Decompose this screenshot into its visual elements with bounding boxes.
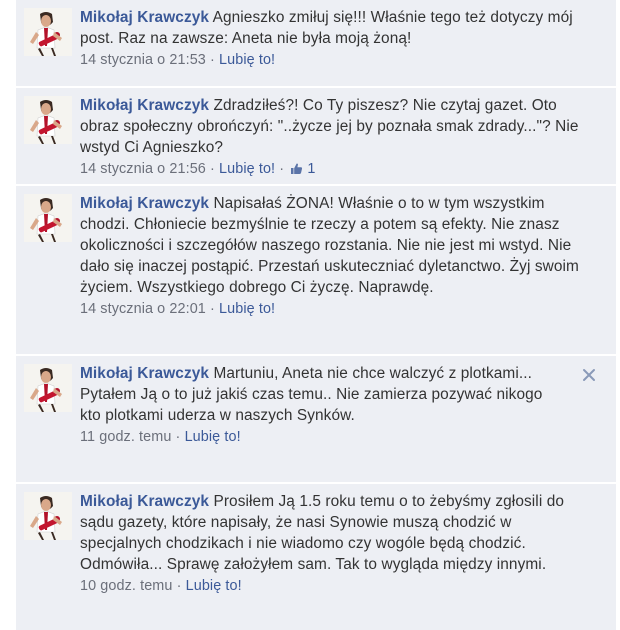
user-photo-avatar [24,194,72,242]
comment-body: Mikołaj Krawczyk Prosiłem Ją 1.5 roku te… [80,491,588,596]
comment-author-link[interactable]: Mikołaj Krawczyk [80,195,209,212]
comment-author-link[interactable]: Mikołaj Krawczyk [80,493,209,510]
user-photo-avatar [24,8,72,56]
like-link[interactable]: Lubię to! [185,429,241,445]
comment-meta: 10 godz. temu · Lubię to! [80,576,588,596]
like-count[interactable]: 1 [307,161,315,177]
comment-body: Mikołaj Krawczyk Agnieszko zmiłuj się!!!… [80,7,588,70]
comment-author-link[interactable]: Mikołaj Krawczyk [80,365,209,382]
like-link[interactable]: Lubię to! [186,578,242,594]
comment-body: Mikołaj Krawczyk Zdradziłeś?! Co Ty pisz… [80,95,588,181]
comment-timestamp[interactable]: 11 godz. temu [80,429,171,445]
like-link[interactable]: Lubię to! [219,161,275,177]
comment-item: Mikołaj Krawczyk Zdradziłeś?! Co Ty pisz… [16,86,616,184]
comment-item: Mikołaj Krawczyk Napisałaś ŻONA! Właśnie… [16,184,616,354]
avatar[interactable] [24,96,72,144]
comment-meta: 14 stycznia o 22:01 · Lubię to! [80,299,588,319]
comment-timestamp[interactable]: 14 stycznia o 21:53 [80,52,206,68]
meta-separator: · [176,578,182,594]
comment-author-link[interactable]: Mikołaj Krawczyk [80,9,209,26]
comment-item: Mikołaj Krawczyk Prosiłem Ją 1.5 roku te… [16,482,616,630]
avatar[interactable] [24,8,72,56]
like-link[interactable]: Lubię to! [219,301,275,317]
meta-separator: · [210,161,215,177]
comment-item: Mikołaj Krawczyk Martuniu, Aneta nie chc… [16,354,616,482]
close-icon [583,369,595,381]
like-link[interactable]: Lubię to! [219,52,275,68]
meta-separator: · [210,52,215,68]
comment-body: Mikołaj Krawczyk Martuniu, Aneta nie chc… [80,363,560,447]
comment-timestamp[interactable]: 14 stycznia o 21:56 [80,161,206,177]
remove-comment-button[interactable] [582,368,596,382]
comment-meta: 11 godz. temu · Lubię to! [80,427,560,447]
avatar[interactable] [24,194,72,242]
thumbs-up-icon[interactable] [290,161,303,181]
comment-timestamp[interactable]: 14 stycznia o 22:01 [80,301,206,317]
comment-author-link[interactable]: Mikołaj Krawczyk [80,97,209,114]
avatar[interactable] [24,364,72,412]
meta-separator: · [210,301,215,317]
meta-separator: · [279,161,285,177]
comment-meta: 14 stycznia o 21:53 · Lubię to! [80,50,588,70]
user-photo-avatar [24,364,72,412]
comment-body: Mikołaj Krawczyk Napisałaś ŻONA! Właśnie… [80,193,588,319]
user-photo-avatar [24,492,72,540]
user-photo-avatar [24,96,72,144]
comment-timestamp[interactable]: 10 godz. temu [80,578,173,594]
meta-separator: · [175,429,181,445]
avatar[interactable] [24,492,72,540]
comment-meta: 14 stycznia o 21:56 · Lubię to! · 1 [80,159,588,181]
comment-item: Mikołaj Krawczyk Agnieszko zmiłuj się!!!… [16,0,616,86]
